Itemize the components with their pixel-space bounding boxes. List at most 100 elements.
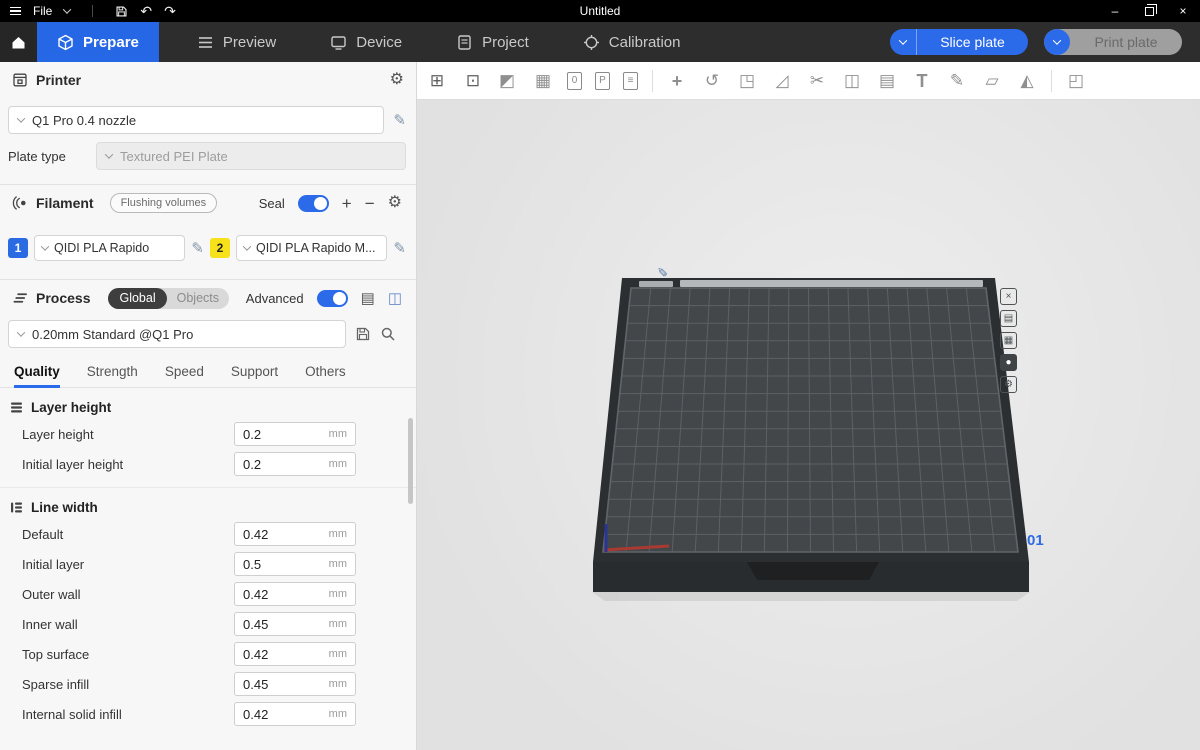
minimize-button[interactable]: – — [1098, 0, 1132, 22]
tab-strength[interactable]: Strength — [87, 358, 138, 388]
tab-project[interactable]: Project — [436, 22, 549, 62]
doc-lines-icon[interactable]: ≡ — [623, 72, 638, 90]
move-icon[interactable]: + — [667, 72, 687, 90]
filament-slots-row: 1 QIDI PLA Rapido ✎ 2 QIDI PLA Rapido M.… — [0, 235, 416, 261]
printer-settings-gear-icon[interactable]: ⚙ — [390, 72, 404, 88]
remove-filament-button[interactable]: − — [365, 195, 375, 212]
arrange-icon[interactable]: ▦ — [533, 72, 553, 89]
process-preset-combo[interactable]: 0.20mm Standard @Q1 Pro — [8, 320, 346, 348]
seal-toggle[interactable] — [298, 195, 329, 212]
paint-icon[interactable]: ✎ — [947, 72, 967, 89]
add-filament-button[interactable]: + — [342, 195, 352, 212]
setting-row: Inner wall 0.45 mm — [0, 609, 416, 639]
home-button[interactable] — [0, 22, 37, 62]
close-button[interactable]: × — [1166, 0, 1200, 22]
plate-name-icon[interactable]: ▦ — [1000, 332, 1017, 349]
rotate-icon[interactable]: ↺ — [702, 72, 722, 89]
tab-support[interactable]: Support — [231, 358, 278, 388]
undo-icon[interactable]: ↶ — [140, 4, 152, 18]
viewport-3d[interactable]: × ▤ ▦ ● ⚙ 01 ✎ — [417, 100, 1200, 750]
tab-calibration-label: Calibration — [609, 34, 681, 51]
outer-wall-line-width-input[interactable]: 0.42 mm — [234, 582, 356, 606]
measure-icon[interactable]: ▱ — [982, 72, 1002, 89]
initial-layer-line-width-input[interactable]: 0.5 mm — [234, 552, 356, 576]
tab-prepare[interactable]: Prepare — [37, 22, 159, 62]
assembly-icon[interactable]: ◰ — [1066, 72, 1086, 89]
printer-preset-combo[interactable]: Q1 Pro 0.4 nozzle — [8, 106, 384, 134]
top-surface-line-width-input[interactable]: 0.42 mm — [234, 642, 356, 666]
slice-options-chevron-icon[interactable] — [890, 29, 917, 55]
parameter-list-icon[interactable]: ▤ — [361, 291, 375, 306]
edit-printer-preset-icon[interactable]: ✎ — [393, 113, 406, 128]
scale-icon[interactable]: ◳ — [737, 72, 757, 89]
filament-1-combo[interactable]: QIDI PLA Rapido — [34, 235, 185, 261]
edit-filament-2-icon[interactable]: ✎ — [393, 241, 406, 256]
filament-settings-gear-icon[interactable]: ⚙ — [388, 195, 402, 211]
flushing-volumes-button[interactable]: Flushing volumes — [110, 193, 218, 213]
doc-0-icon[interactable]: 0 — [567, 72, 582, 90]
combo-chevron-icon — [41, 242, 49, 250]
plate-type-combo[interactable]: Textured PEI Plate — [96, 142, 406, 170]
lay-flat-icon[interactable]: ◿ — [772, 72, 792, 89]
calibration-icon — [583, 34, 600, 51]
scope-global-button[interactable]: Global — [108, 288, 166, 309]
inner-wall-line-width-input[interactable]: 0.45 mm — [234, 612, 356, 636]
setting-row: Layer height 0.2 mm — [0, 419, 416, 449]
default-line-width-input[interactable]: 0.42 mm — [234, 522, 356, 546]
menu-icon[interactable] — [10, 7, 21, 16]
plate-rename-pencil-icon[interactable]: ✎ — [657, 263, 668, 279]
tab-device[interactable]: Device — [310, 22, 422, 62]
setting-row: Default 0.42 mm — [0, 519, 416, 549]
plate-settings-icon[interactable]: ⚙ — [1000, 376, 1017, 393]
internal-solid-infill-line-width-input[interactable]: 0.42 mm — [234, 702, 356, 726]
settings-scrollbar[interactable] — [408, 418, 413, 504]
plate-number-label[interactable]: 01 — [1027, 532, 1044, 549]
variable-layer-height-icon[interactable]: ▤ — [877, 72, 897, 89]
doc-p-icon[interactable]: P — [595, 72, 610, 90]
tab-preview[interactable]: Preview — [177, 22, 296, 62]
support-paint-icon[interactable]: ◭ — [1017, 72, 1037, 89]
edit-filament-1-icon[interactable]: ✎ — [191, 241, 204, 256]
file-menu[interactable]: File — [33, 4, 52, 18]
initial-layer-height-input[interactable]: 0.2 mm — [234, 452, 356, 476]
advanced-label: Advanced — [246, 291, 304, 306]
tab-speed[interactable]: Speed — [165, 358, 204, 388]
redo-icon[interactable]: ↷ — [164, 4, 176, 18]
print-plate-button[interactable]: Print plate — [1044, 29, 1182, 55]
restore-button[interactable] — [1132, 0, 1166, 22]
filament-1-badge[interactable]: 1 — [8, 238, 28, 258]
plate-lock-icon[interactable]: ● — [1000, 354, 1017, 371]
toolbar-divider — [1051, 70, 1052, 92]
save-icon[interactable] — [115, 5, 128, 18]
slice-plate-button[interactable]: Slice plate — [890, 29, 1028, 55]
filament-2-combo[interactable]: QIDI PLA Rapido M... — [236, 235, 387, 261]
print-options-chevron-icon[interactable] — [1044, 29, 1070, 55]
file-menu-chevron-icon[interactable] — [63, 5, 71, 13]
add-text-icon[interactable]: T — [912, 72, 932, 90]
tab-calibration[interactable]: Calibration — [563, 22, 701, 62]
build-plate[interactable] — [417, 100, 1200, 750]
project-icon — [456, 34, 473, 51]
mirror-icon[interactable]: ◫ — [842, 72, 862, 89]
main-tabbar: Prepare Preview Device Project Calibr — [0, 22, 1200, 62]
plate-type-label: Plate type — [8, 149, 88, 164]
plate-delete-icon[interactable]: × — [1000, 288, 1017, 305]
setting-row: Initial layer 0.5 mm — [0, 549, 416, 579]
sparse-infill-line-width-input[interactable]: 0.45 mm — [234, 672, 356, 696]
parameter-table-icon[interactable]: ◫ — [388, 291, 402, 306]
advanced-toggle[interactable] — [317, 290, 348, 307]
add-model-icon[interactable]: ⊞ — [427, 72, 447, 89]
auto-orient-icon[interactable]: ◩ — [497, 72, 517, 89]
tab-quality[interactable]: Quality — [14, 358, 60, 388]
process-section-title: Process — [36, 290, 90, 306]
scope-objects-button[interactable]: Objects — [167, 291, 229, 305]
tab-others[interactable]: Others — [305, 358, 346, 388]
save-preset-icon[interactable] — [355, 326, 371, 342]
plate-export-icon[interactable]: ▤ — [1000, 310, 1017, 327]
cut-icon[interactable]: ✂ — [807, 72, 827, 89]
add-plate-icon[interactable]: ⊡ — [463, 72, 483, 89]
search-preset-icon[interactable] — [380, 326, 396, 342]
filament-2-badge[interactable]: 2 — [210, 238, 230, 258]
layer-height-input[interactable]: 0.2 mm — [234, 422, 356, 446]
printer-icon — [12, 72, 28, 88]
